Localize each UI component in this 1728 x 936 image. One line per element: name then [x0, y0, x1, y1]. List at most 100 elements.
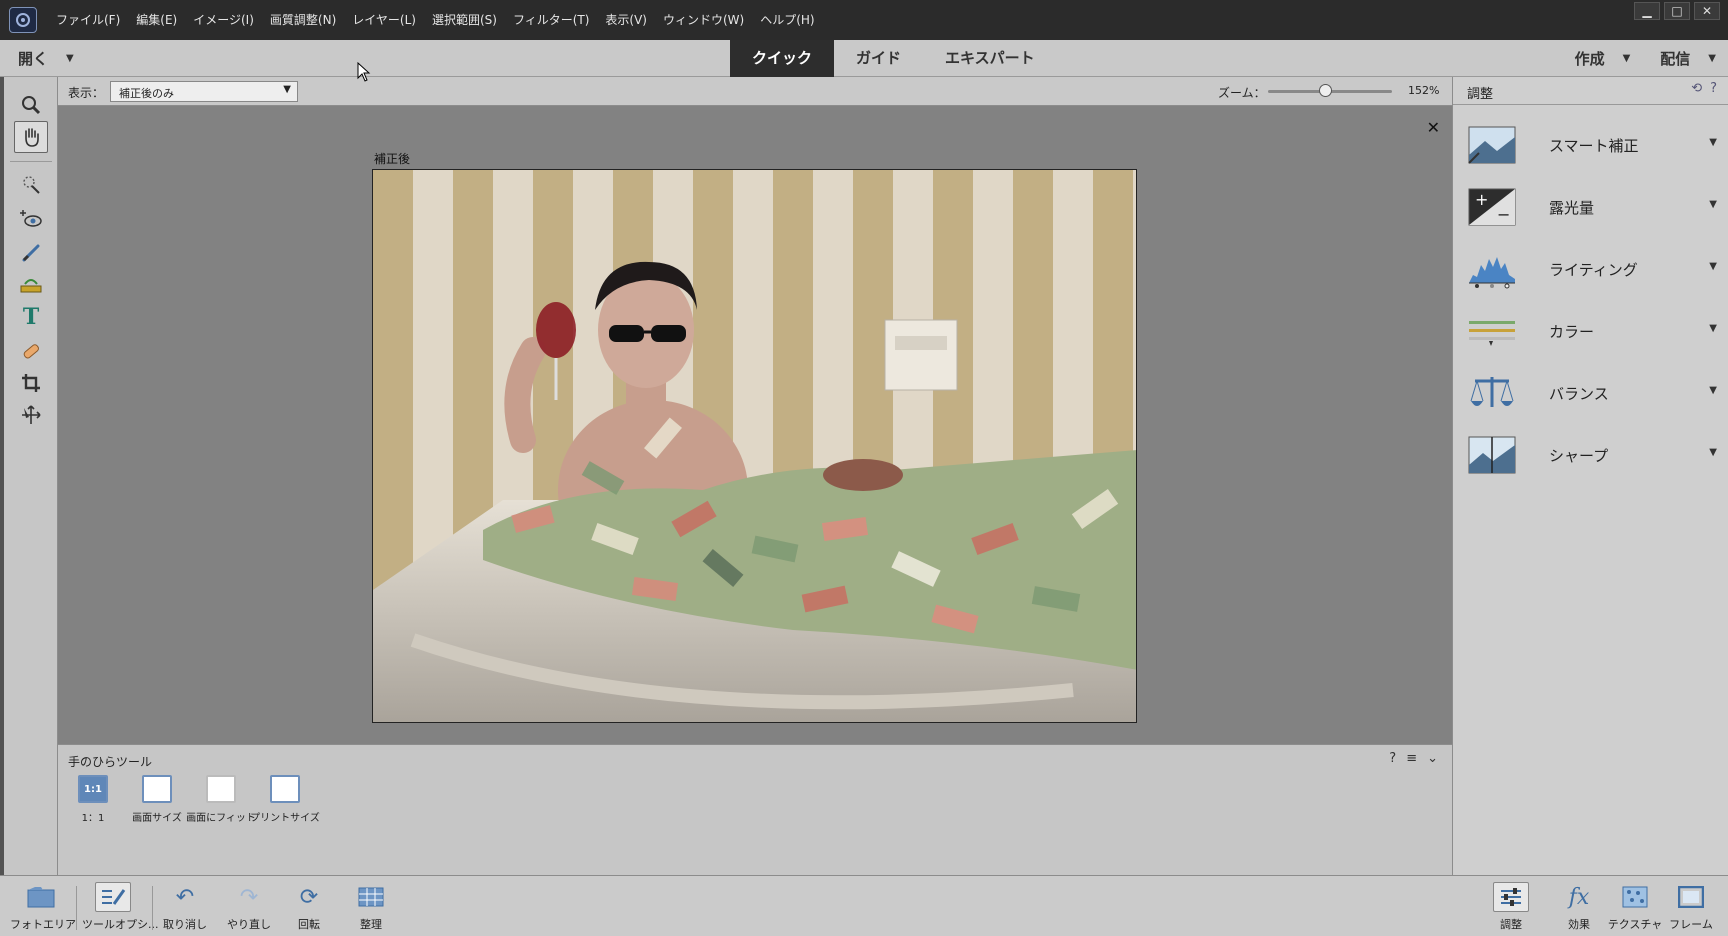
zoom-1to1-label: 1：1: [81, 813, 105, 824]
type-icon: T: [22, 304, 40, 330]
mouse-cursor-icon: [357, 62, 371, 82]
frames-button[interactable]: フレーム: [1660, 882, 1722, 932]
zoom-tool-button[interactable]: [14, 89, 48, 121]
menu-enhance[interactable]: 画質調整(N): [262, 0, 344, 40]
type-tool-button[interactable]: T: [14, 301, 48, 333]
spot-healing-tool-button[interactable]: [14, 335, 48, 367]
mode-tabs: クイック ガイド エキスパート: [730, 40, 1057, 77]
undo-button[interactable]: ↶ 取り消し: [154, 882, 216, 932]
adjustments-panel: 調整 ⟲ ? スマート補正 ▼ +− 露光量 ▼ ライティング ▼ カラー ▼: [1452, 77, 1728, 875]
tab-expert[interactable]: エキスパート: [923, 40, 1057, 77]
zoom-1to1-button[interactable]: 1:1 1：1: [58, 775, 128, 824]
tab-quick[interactable]: クイック: [730, 40, 835, 77]
right-actions: 作成 ▼ 配信 ▼: [1575, 40, 1716, 77]
fill-screen-button[interactable]: 画面にフィット: [186, 775, 256, 824]
tool-options-label: ツールオプシ...: [82, 918, 159, 931]
zoom-value: 152%: [1408, 84, 1440, 97]
chevron-down-icon: ▼: [1709, 323, 1717, 334]
options-menu-icon[interactable]: ≡: [1406, 751, 1417, 766]
open-label: 開く: [18, 50, 49, 68]
zoom-label: ズーム：: [1218, 86, 1266, 100]
straighten-icon: [20, 279, 42, 293]
chevron-down-icon[interactable]: ▼: [66, 53, 74, 64]
exposure-icon: +−: [1468, 188, 1516, 226]
tab-guided[interactable]: ガイド: [834, 40, 923, 77]
photo-image[interactable]: [372, 169, 1137, 723]
print-size-button[interactable]: プリントサイズ: [250, 775, 320, 824]
tool-options-button[interactable]: ツールオプシ...: [82, 882, 159, 932]
organize-icon: [340, 882, 402, 912]
menu-select[interactable]: 選択範囲(S): [424, 0, 505, 40]
menu-edit[interactable]: 編集(E): [128, 0, 185, 40]
effects-button[interactable]: fx 効果: [1548, 882, 1610, 932]
adjustment-color[interactable]: カラー ▼: [1453, 303, 1728, 359]
adjustment-label: 露光量: [1549, 199, 1595, 217]
adjustment-exposure[interactable]: + − 露光量 ▼: [1453, 179, 1728, 235]
menu-window[interactable]: ウィンドウ(W): [655, 0, 752, 40]
panel-header: 調整 ⟲ ?: [1453, 77, 1728, 105]
zoom-slider-thumb[interactable]: [1318, 84, 1332, 97]
hand-icon: [25, 128, 39, 147]
menu-file[interactable]: ファイル(F): [48, 0, 128, 40]
adjustment-lighting[interactable]: ライティング ▼: [1453, 241, 1728, 297]
chevron-down-icon: ▼: [1709, 199, 1717, 210]
view-options-bar: 表示： 補正後のみ ▼ ズーム： 152%: [58, 77, 1452, 106]
organize-button[interactable]: 整理: [340, 882, 402, 932]
adjustments-label: 調整: [1500, 918, 1522, 931]
menu-help[interactable]: ヘルプ(H): [752, 0, 822, 40]
tool-options-title: 手のひらツール: [68, 755, 153, 769]
hand-tool-button[interactable]: [14, 121, 48, 153]
adjustments-button[interactable]: 調整: [1480, 882, 1542, 932]
adjustment-sharpen[interactable]: シャープ ▼: [1453, 427, 1728, 483]
adjustment-smart-fix[interactable]: スマート補正 ▼: [1453, 117, 1728, 173]
print-size-label: プリントサイズ: [250, 813, 320, 824]
move-icon: [22, 405, 41, 424]
fit-screen-icon: [142, 775, 172, 803]
rotate-label: 回転: [298, 918, 320, 931]
whiten-teeth-icon: [22, 244, 40, 262]
title-bar: ファイル(F) 編集(E) イメージ(I) 画質調整(N) レイヤー(L) 選択…: [0, 0, 1728, 40]
spot-healing-icon: [23, 344, 39, 359]
adjustment-balance[interactable]: バランス ▼: [1453, 365, 1728, 421]
adjustment-label: バランス: [1549, 385, 1609, 403]
photo-bin-button[interactable]: フォトエリア: [10, 882, 76, 932]
organize-label: 整理: [360, 918, 382, 931]
balance-icon: [1470, 377, 1514, 407]
move-tool-button[interactable]: [14, 399, 48, 431]
menu-image[interactable]: イメージ(I): [185, 0, 262, 40]
menu-layer[interactable]: レイヤー(L): [344, 0, 424, 40]
create-button[interactable]: 作成 ▼: [1575, 48, 1631, 69]
toolbar-divider: [10, 161, 52, 162]
image-view-label: 補正後: [374, 152, 411, 166]
close-icon[interactable]: ✕: [1427, 118, 1440, 137]
whiten-teeth-tool-button[interactable]: [14, 237, 48, 269]
maximize-button[interactable]: □: [1664, 2, 1690, 20]
rotate-button[interactable]: ⟳ 回転: [278, 882, 340, 932]
chevron-down-icon[interactable]: ⌄: [1427, 751, 1438, 766]
close-window-button[interactable]: ✕: [1694, 2, 1720, 20]
effects-icon: fx: [1568, 884, 1590, 910]
crop-tool-button[interactable]: [14, 367, 48, 399]
adjustment-label: シャープ: [1549, 447, 1609, 465]
menu-filter[interactable]: フィルター(T): [505, 0, 597, 40]
view-select[interactable]: 補正後のみ ▼: [110, 81, 298, 102]
help-icon[interactable]: ?: [1710, 81, 1717, 96]
frames-icon: [1660, 882, 1722, 912]
fit-screen-button[interactable]: 画面サイズ: [122, 775, 192, 824]
eye-icon: [20, 210, 42, 227]
mode-bar: 開く ▼ クイック ガイド エキスパート 作成 ▼ 配信 ▼: [0, 40, 1728, 77]
canvas-area[interactable]: 補正後 ✕: [58, 106, 1452, 744]
textures-button[interactable]: テクスチャ: [1604, 882, 1666, 932]
eye-tool-button[interactable]: [14, 203, 48, 235]
minimize-button[interactable]: ▁: [1634, 2, 1660, 20]
menu-view[interactable]: 表示(V): [597, 0, 655, 40]
quick-selection-tool-button[interactable]: [14, 169, 48, 201]
adjustments-icon: [1493, 882, 1529, 912]
straighten-tool-button[interactable]: [14, 269, 48, 301]
open-button[interactable]: 開く ▼: [18, 40, 74, 77]
help-icon[interactable]: ?: [1389, 751, 1396, 766]
share-button[interactable]: 配信 ▼: [1660, 48, 1716, 69]
redo-button[interactable]: ↷ やり直し: [218, 882, 280, 932]
reset-icon[interactable]: ⟲: [1691, 81, 1702, 96]
sharpen-icon: [1468, 436, 1516, 474]
